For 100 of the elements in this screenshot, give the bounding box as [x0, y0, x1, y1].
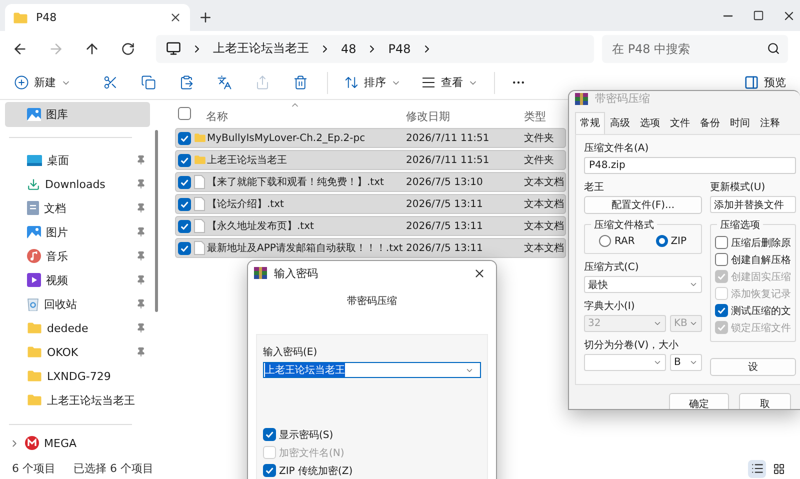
checkbox[interactable] — [178, 176, 191, 188]
close-icon[interactable] — [473, 266, 486, 280]
option-label: 添加恢复记录 — [731, 288, 791, 300]
address-bar[interactable]: 上老王论坛当老王 48 P48 — [156, 34, 594, 62]
dialog-button[interactable]: 确定 — [669, 393, 729, 409]
plus-icon — [14, 75, 29, 90]
column-header[interactable]: 类型 — [524, 101, 566, 125]
sidebar-item[interactable]: 音乐 — [5, 244, 150, 268]
file-type: 文件夹 — [524, 154, 555, 167]
music-icon — [27, 249, 41, 263]
checkbox[interactable] — [715, 304, 728, 317]
checkbox[interactable] — [263, 428, 276, 441]
books-icon — [575, 92, 588, 104]
option-label: 压缩后删除原 — [731, 236, 791, 250]
breadcrumb-item[interactable]: P48 — [388, 42, 411, 56]
checkbox[interactable] — [715, 236, 728, 249]
column-header[interactable]: 名称 — [206, 101, 406, 125]
breadcrumb-item[interactable]: 48 — [341, 42, 356, 56]
file-row[interactable]: 上老王论坛当老王 2026/7/11 11:51 文件夹 — [175, 150, 566, 170]
file-date: 2026/7/11 11:51 — [406, 154, 490, 166]
dialog-tab[interactable]: 时间 — [725, 112, 755, 134]
sidebar-label: 上老王论坛当老王 — [47, 392, 136, 408]
sidebar-item[interactable]: dedede — [5, 316, 150, 340]
sidebar-item[interactable]: 上老王论坛当老王 — [5, 388, 150, 412]
profile-label: 老王 — [584, 180, 605, 194]
picture-icon — [27, 226, 41, 238]
dialog-tab[interactable]: 常规 — [575, 112, 605, 134]
breadcrumb-item[interactable]: 上老王论坛当老王 — [213, 40, 309, 57]
checkmark-icon — [717, 272, 726, 281]
dialog-tab[interactable]: 文件 — [665, 112, 695, 134]
checkmark-icon — [180, 178, 189, 186]
dialog-tab[interactable]: 注释 — [755, 112, 785, 134]
file-row[interactable]: 【永久地址发布页】.txt 2026/7/5 13:11 文本文档 — [175, 216, 566, 236]
field-label: 压缩文件名(A) — [584, 142, 650, 155]
file-row[interactable]: 最新地址及APP请发邮箱自动获取！！！.txt 2026/7/5 13:11 文本文档 — [175, 238, 566, 258]
select-all-checkbox[interactable] — [178, 106, 191, 120]
view-button[interactable]: 查看 — [415, 68, 484, 96]
password-field[interactable]: 上老王论坛当老王 — [263, 362, 481, 378]
checkbox[interactable] — [178, 198, 191, 210]
checkbox[interactable] — [178, 242, 191, 254]
new-button[interactable]: 新建 — [8, 68, 77, 96]
m-logo-icon — [25, 436, 39, 450]
item-count: 6 个项目 — [12, 461, 56, 476]
dialog-tab[interactable]: 备份 — [695, 112, 725, 134]
sidebar-item[interactable]: 文档 — [5, 196, 150, 220]
checkmark-icon — [180, 156, 189, 164]
folder-tab[interactable]: P48 — [5, 4, 190, 31]
picture-icon — [27, 108, 41, 121]
option-label: 锁定压缩文件 — [731, 322, 791, 334]
file-row[interactable]: 【论坛介绍】.txt 2026/7/5 13:11 文本文档 — [175, 194, 566, 214]
dialog-tab[interactable]: 选项 — [635, 112, 665, 134]
field-label: 字典大小(I) — [584, 300, 636, 313]
file-row[interactable]: 【来了就能下载和观看！纯免费！】.txt 2026/7/5 13:10 文本文档 — [175, 172, 566, 192]
folder-icon — [27, 394, 42, 406]
format-radio[interactable]: RAR — [599, 235, 635, 247]
field-label: 更新模式(U) — [710, 180, 766, 194]
update-mode-select[interactable]: 添加并替换文件 — [710, 196, 796, 213]
field-label: 切分为分卷(V)，大小 — [584, 338, 680, 352]
document-icon — [194, 219, 205, 233]
sort-button[interactable]: 排序 — [338, 68, 407, 96]
maximize-icon[interactable] — [753, 10, 764, 21]
radio-dot[interactable] — [599, 235, 612, 247]
checkbox[interactable] — [263, 464, 276, 477]
search-field[interactable]: 在 P48 中搜索 — [602, 34, 788, 62]
sidebar-item[interactable]: MEGA — [5, 433, 150, 453]
back-icon — [12, 40, 28, 56]
checkbox[interactable] — [715, 253, 728, 266]
radio-dot[interactable] — [656, 235, 668, 247]
sidebar-item[interactable]: LXNDG-729 — [5, 364, 150, 388]
method-select[interactable]: 最快 — [584, 276, 702, 293]
sidebar-item[interactable]: 图库 — [5, 102, 150, 127]
column-header[interactable]: 修改日期 — [406, 101, 524, 125]
close-icon[interactable] — [169, 11, 182, 24]
option-label: 测试压缩的文 — [731, 304, 791, 318]
sidebar-item[interactable]: Downloads — [5, 172, 150, 196]
sidebar-item[interactable]: 视频 — [5, 268, 150, 292]
format-radio[interactable]: ZIP — [656, 235, 687, 247]
sidebar-item[interactable]: 图片 — [5, 220, 150, 244]
sidebar-item[interactable]: 桌面 — [5, 148, 150, 172]
profiles-button[interactable]: 配置文件(F)... — [584, 196, 702, 214]
settings-button[interactable]: 设 — [710, 358, 796, 376]
sidebar-item[interactable]: 回收站 — [5, 292, 150, 316]
checkmark-icon — [180, 200, 189, 208]
file-row[interactable]: MyBullyIsMyLover-Ch.2_Ep.2-pc 2026/7/11 11:51 文件夹 — [175, 128, 566, 148]
document-icon — [194, 175, 205, 189]
file-name: 【来了就能下载和观看！纯免费！】.txt — [206, 176, 385, 189]
trash-icon — [293, 75, 308, 90]
archive-name-field[interactable]: P48.zip — [584, 157, 796, 174]
dialog-button[interactable]: 取 — [739, 393, 791, 409]
checkbox[interactable] — [178, 154, 191, 166]
details-view-button[interactable] — [748, 460, 766, 478]
sidebar-label: dedede — [47, 322, 90, 334]
file-date: 2026/7/11 11:51 — [406, 132, 490, 144]
unit-select[interactable]: B — [670, 354, 702, 371]
checkbox[interactable] — [178, 132, 191, 144]
preview-button[interactable]: 预览 — [738, 68, 792, 96]
scrollbar-thumb[interactable] — [155, 130, 158, 312]
sidebar-item[interactable]: OKOK — [5, 340, 150, 364]
checkbox[interactable] — [178, 220, 191, 232]
dialog-tab[interactable]: 高级 — [605, 112, 635, 134]
